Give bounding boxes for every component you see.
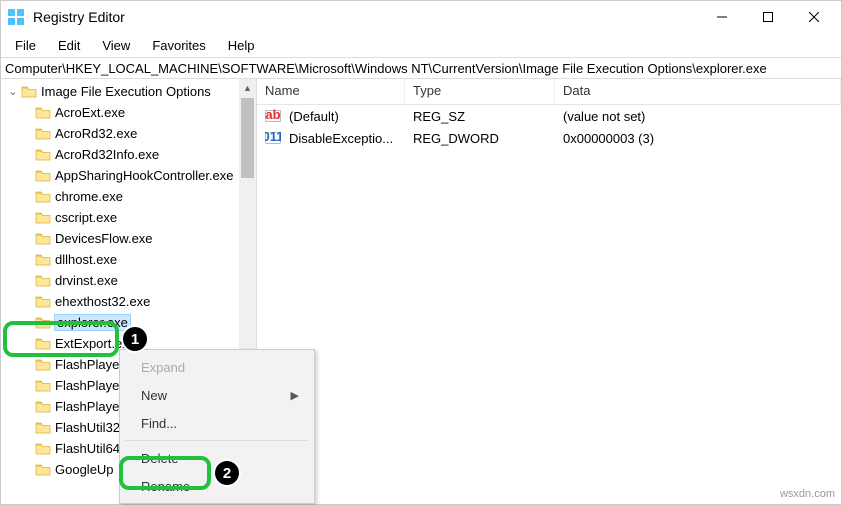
title-bar: Registry Editor xyxy=(1,1,841,33)
svg-text:ab: ab xyxy=(265,108,280,122)
context-label: Delete xyxy=(141,451,179,466)
tree-label: ehexthost32.exe xyxy=(55,294,150,309)
folder-icon xyxy=(35,295,51,309)
folder-icon xyxy=(35,190,51,204)
list-header: Name Type Data xyxy=(257,79,841,105)
window-controls xyxy=(699,2,837,32)
context-label: Expand xyxy=(141,360,185,375)
folder-icon xyxy=(35,316,51,330)
tree-item[interactable]: ehexthost32.exe xyxy=(3,291,256,312)
menu-view[interactable]: View xyxy=(92,36,140,55)
context-separator xyxy=(125,440,309,441)
tree-label: GoogleUp xyxy=(55,462,114,477)
folder-icon xyxy=(35,211,51,225)
context-expand[interactable]: Expand xyxy=(123,353,311,381)
tree-label: FlashUtil32 xyxy=(55,420,120,435)
context-label: Rename xyxy=(141,479,190,494)
tree-label: FlashPlayer xyxy=(55,357,124,372)
value-type: REG_SZ xyxy=(405,109,555,124)
folder-icon xyxy=(35,379,51,393)
address-text: Computer\HKEY_LOCAL_MACHINE\SOFTWARE\Mic… xyxy=(5,61,767,76)
tree-item[interactable]: dllhost.exe xyxy=(3,249,256,270)
folder-icon xyxy=(35,127,51,141)
close-button[interactable] xyxy=(791,2,837,32)
folder-icon xyxy=(35,274,51,288)
list-row[interactable]: 011DisableExceptio...REG_DWORD0x00000003… xyxy=(257,127,841,149)
value-data: (value not set) xyxy=(555,109,653,124)
tree-label: AcroRd32.exe xyxy=(55,126,137,141)
tree-label: FlashUtil64 xyxy=(55,441,120,456)
tree-label: AcroRd32Info.exe xyxy=(55,147,159,162)
menu-favorites[interactable]: Favorites xyxy=(142,36,215,55)
tree-item[interactable]: chrome.exe xyxy=(3,186,256,207)
folder-icon xyxy=(35,106,51,120)
tree-item[interactable]: cscript.exe xyxy=(3,207,256,228)
tree-root[interactable]: ⌄ Image File Execution Options xyxy=(3,81,256,102)
value-data: 0x00000003 (3) xyxy=(555,131,662,146)
address-bar[interactable]: Computer\HKEY_LOCAL_MACHINE\SOFTWARE\Mic… xyxy=(1,57,841,79)
folder-icon xyxy=(35,253,51,267)
tree-label: dllhost.exe xyxy=(55,252,117,267)
value-icon: 011 xyxy=(265,130,281,146)
scroll-thumb[interactable] xyxy=(241,98,254,178)
folder-icon xyxy=(35,148,51,162)
context-new[interactable]: New ▶ xyxy=(123,381,311,409)
tree-item[interactable]: AcroExt.exe xyxy=(3,102,256,123)
submenu-arrow-icon: ▶ xyxy=(291,389,299,402)
tree-label: FlashPlayer xyxy=(55,378,124,393)
menu-file[interactable]: File xyxy=(5,36,46,55)
folder-icon xyxy=(21,85,37,99)
value-name: (Default) xyxy=(281,109,405,124)
scroll-up-button[interactable]: ▲ xyxy=(239,79,256,96)
list-row[interactable]: ab(Default)REG_SZ(value not set) xyxy=(257,105,841,127)
window-title: Registry Editor xyxy=(33,9,125,25)
svg-text:011: 011 xyxy=(265,130,281,144)
annotation-badge-1: 1 xyxy=(121,325,149,353)
tree-item[interactable]: drvinst.exe xyxy=(3,270,256,291)
value-icon: ab xyxy=(265,108,281,124)
minimize-button[interactable] xyxy=(699,2,745,32)
folder-icon xyxy=(35,442,51,456)
folder-icon xyxy=(35,169,51,183)
value-name: DisableExceptio... xyxy=(281,131,405,146)
menu-edit[interactable]: Edit xyxy=(48,36,90,55)
column-name[interactable]: Name xyxy=(257,79,405,104)
folder-icon xyxy=(35,463,51,477)
folder-icon xyxy=(35,400,51,414)
tree-item[interactable]: AppSharingHookController.exe xyxy=(3,165,256,186)
tree-item[interactable]: AcroRd32.exe xyxy=(3,123,256,144)
tree-item[interactable]: AcroRd32Info.exe xyxy=(3,144,256,165)
folder-icon xyxy=(35,421,51,435)
menu-help[interactable]: Help xyxy=(218,36,265,55)
context-label: Find... xyxy=(141,416,177,431)
tree-label: AcroExt.exe xyxy=(55,105,125,120)
context-find[interactable]: Find... xyxy=(123,409,311,437)
folder-icon xyxy=(35,337,51,351)
tree-label: AppSharingHookController.exe xyxy=(55,168,234,183)
folder-icon xyxy=(35,358,51,372)
context-label: New xyxy=(141,388,167,403)
tree-label: chrome.exe xyxy=(55,189,123,204)
menu-bar: File Edit View Favorites Help xyxy=(1,33,841,57)
annotation-badge-2: 2 xyxy=(213,459,241,487)
app-icon xyxy=(5,6,27,28)
folder-icon xyxy=(35,232,51,246)
tree-item[interactable]: DevicesFlow.exe xyxy=(3,228,256,249)
watermark: wsxdn.com xyxy=(780,488,835,500)
tree-label: drvinst.exe xyxy=(55,273,118,288)
tree-label: Image File Execution Options xyxy=(41,84,211,99)
value-type: REG_DWORD xyxy=(405,131,555,146)
tree-label: FlashPlayer xyxy=(55,399,124,414)
tree-label: DevicesFlow.exe xyxy=(55,231,153,246)
column-type[interactable]: Type xyxy=(405,79,555,104)
tree-label: explorer.exe xyxy=(55,315,130,330)
list-pane[interactable]: Name Type Data ab(Default)REG_SZ(value n… xyxy=(257,79,841,504)
maximize-button[interactable] xyxy=(745,2,791,32)
collapse-icon[interactable]: ⌄ xyxy=(7,85,19,98)
column-data[interactable]: Data xyxy=(555,79,841,104)
tree-label: cscript.exe xyxy=(55,210,117,225)
